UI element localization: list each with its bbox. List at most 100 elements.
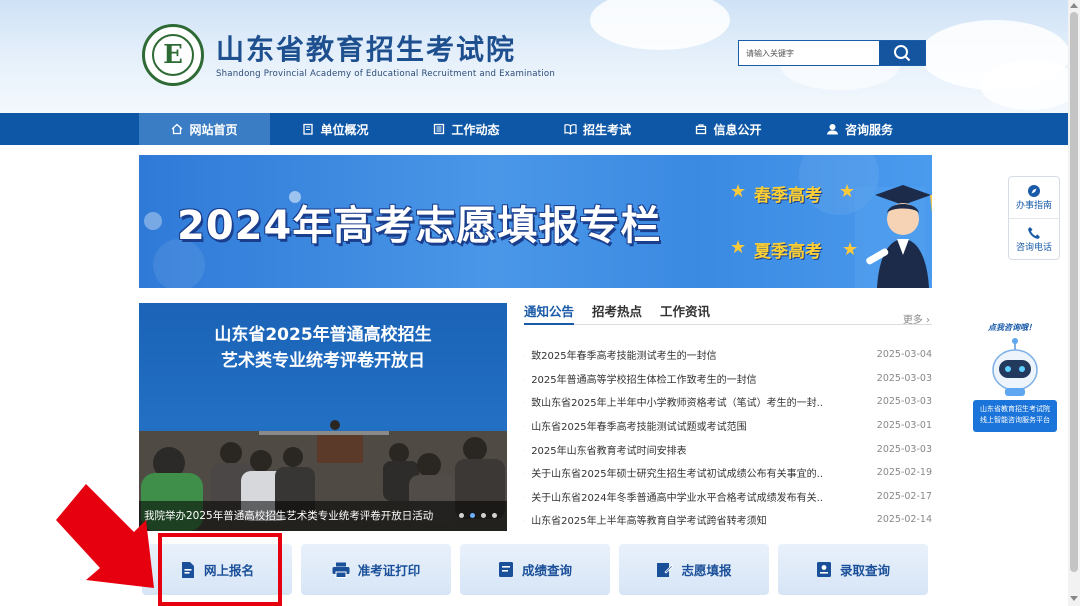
search-button[interactable] xyxy=(879,41,925,65)
news-date: 2025-02-14 xyxy=(876,514,932,526)
news-item[interactable]: 致2025年春季高考技能测试考生的一封信 2025-03-04 xyxy=(524,343,932,367)
site-subtitle: Shandong Provincial Academy of Education… xyxy=(216,68,556,79)
compass-icon xyxy=(1028,185,1040,197)
news-item[interactable]: 关于山东省2025年硕士研究生招生考试初试成绩公布有关事宜的... 2025-02… xyxy=(524,461,932,485)
scroll-thumb[interactable] xyxy=(1070,12,1078,572)
news-icon xyxy=(434,123,445,135)
carousel-dot[interactable] xyxy=(492,513,497,518)
admission-query-button[interactable]: 录取查询 xyxy=(778,544,928,595)
news-item[interactable]: 关于山东省2024年冬季普通高中学业水平合格考试成绩发布有关... 2025-02… xyxy=(524,485,932,509)
graduate-illustration xyxy=(866,185,932,288)
star-icon: ★ xyxy=(839,181,856,202)
page-scrollbar[interactable] xyxy=(1068,0,1080,606)
news-title: 山东省2025年上半年高等教育自学考试跨省转考须知 xyxy=(524,512,766,527)
highlight-box xyxy=(158,533,282,606)
nav-item-exam[interactable]: 招生考试 xyxy=(532,113,663,145)
news-title: 山东省2025年春季高考技能测试试题或考试范围 xyxy=(524,418,746,433)
news-date: 2025-03-03 xyxy=(876,443,932,455)
building-icon xyxy=(303,123,314,135)
search-input[interactable] xyxy=(739,41,879,65)
scroll-down-icon[interactable] xyxy=(1070,596,1078,601)
user-service-icon xyxy=(826,124,838,135)
nav-item-label: 咨询服务 xyxy=(844,122,893,137)
hotline-button[interactable]: 咨询电话 xyxy=(1009,218,1059,259)
carousel-dots xyxy=(459,513,497,518)
news-tabs: 通知公告 招考热点 工作资讯 更多 › xyxy=(524,303,932,326)
news-title: 2025年山东省教育考试时间安排表 xyxy=(524,442,686,457)
quick-link-label: 录取查询 xyxy=(839,563,890,578)
site-title: 山东省教育招生考试院 xyxy=(216,32,517,66)
logo-letter: E xyxy=(152,34,194,76)
news-date: 2025-02-19 xyxy=(876,467,932,479)
more-label: 更多 xyxy=(902,315,923,326)
site-logo[interactable]: E 山东省教育招生考试院 Shandong Provincial Academy… xyxy=(142,24,555,86)
scroll-up-icon[interactable] xyxy=(1070,3,1078,8)
nav-item-label: 网站首页 xyxy=(189,122,238,137)
more-link[interactable]: 更多 › xyxy=(903,311,930,326)
home-icon xyxy=(172,123,183,135)
carousel-caption: 我院举办2025年普通高校招生艺术类专业统考评卷开放日活动 xyxy=(144,510,434,522)
service-guide-button[interactable]: 办事指南 xyxy=(1009,177,1059,218)
application-fill-button[interactable]: 志愿填报 xyxy=(619,544,769,595)
news-date: 2025-02-17 xyxy=(876,490,932,502)
search-box xyxy=(738,40,926,66)
banner-tag-summer: 夏季高考 xyxy=(754,242,822,262)
main-nav: 网站首页 单位概况 工作动态 招生考试 信息公开 咨询服务 xyxy=(0,113,1080,145)
news-date: 2025-03-03 xyxy=(876,372,932,384)
nav-item-home[interactable]: 网站首页 xyxy=(139,113,270,145)
news-item[interactable]: 2025年山东省教育考试时间安排表 2025-03-03 xyxy=(524,437,932,461)
edit-icon xyxy=(657,563,674,577)
news-item[interactable]: 致山东省2025年上半年中小学教师资格考试（笔试）考生的一封... 2025-03… xyxy=(524,390,932,414)
admission-icon xyxy=(816,562,831,577)
news-panel: 通知公告 招考热点 工作资讯 更多 › 致2025年春季高考技能测试考生的一封信… xyxy=(524,303,932,531)
nav-item-label: 信息公开 xyxy=(713,122,762,137)
site-header: E 山东省教育招生考试院 Shandong Provincial Academy… xyxy=(0,0,1080,113)
printer-icon xyxy=(332,562,350,578)
assistant-bubble: 点我咨询哦！ xyxy=(988,323,1036,332)
cloud-decoration xyxy=(590,0,730,50)
tab-hot-topics[interactable]: 招考热点 xyxy=(592,303,642,324)
nav-item-info[interactable]: 信息公开 xyxy=(663,113,794,145)
phone-icon xyxy=(1028,226,1040,239)
gaokao-banner[interactable]: 2024年高考志愿填报专栏 ★ 春季高考 ★ ★ 夏季高考 ★ xyxy=(139,155,932,288)
assistant-line1: 山东省教育招生考试院 xyxy=(980,405,1050,413)
assistant-label-box: 山东省教育招生考试院 线上智能咨询服务平台 xyxy=(973,400,1057,432)
search-icon xyxy=(894,45,911,62)
carousel-dot[interactable] xyxy=(459,513,464,518)
news-list: 致2025年春季高考技能测试考生的一封信 2025-03-04 2025年普通高等… xyxy=(524,343,932,532)
admission-ticket-print-button[interactable]: 准考证打印 xyxy=(301,544,451,595)
news-carousel[interactable]: 山东省2025年普通高校招生 艺术类专业统考评卷开放日 我院举办2025年普通高… xyxy=(139,303,507,531)
side-service-panel: 办事指南 咨询电话 xyxy=(1008,176,1060,260)
star-icon: ★ xyxy=(730,237,747,258)
news-item[interactable]: 山东省2025年上半年高等教育自学考试跨省转考须知 2025-02-14 xyxy=(524,508,932,532)
carousel-photo xyxy=(139,420,507,531)
briefcase-icon xyxy=(696,124,707,135)
tab-work-news[interactable]: 工作资讯 xyxy=(660,303,710,324)
news-date: 2025-03-04 xyxy=(876,349,932,361)
quick-link-label: 志愿填报 xyxy=(681,563,732,578)
carousel-dot[interactable] xyxy=(470,513,475,518)
quick-link-label: 准考证打印 xyxy=(357,563,421,578)
side-item-label: 咨询电话 xyxy=(1015,242,1052,253)
news-item[interactable]: 山东省2025年春季高考技能测试试题或考试范围 2025-03-01 xyxy=(524,414,932,438)
news-title: 2025年普通高等学校招生体检工作致考生的一封信 xyxy=(524,371,756,386)
tab-notices[interactable]: 通知公告 xyxy=(524,303,575,325)
score-query-button[interactable]: 成绩查询 xyxy=(460,544,610,595)
news-item[interactable]: 2025年普通高等学校招生体检工作致考生的一封信 2025-03-03 xyxy=(524,367,932,391)
banner-tag-spring: 春季高考 xyxy=(754,186,822,206)
book-icon xyxy=(564,124,577,135)
star-icon: ★ xyxy=(842,239,859,260)
side-item-label: 办事指南 xyxy=(1015,201,1052,211)
ai-assistant-widget[interactable]: 点我咨询哦！ 山东省教育招生考试院 线上智能咨询服务平台 xyxy=(972,322,1058,432)
news-title: 致山东省2025年上半年中小学教师资格考试（笔试）考生的一封... xyxy=(524,394,824,409)
nav-item-consult[interactable]: 咨询服务 xyxy=(794,113,925,145)
logo-seal-icon: E xyxy=(142,24,204,86)
carousel-dot[interactable] xyxy=(481,513,486,518)
nav-item-news[interactable]: 工作动态 xyxy=(401,113,532,145)
robot-icon xyxy=(992,338,1038,396)
banner-title: 2024年高考志愿填报专栏 xyxy=(177,203,662,249)
star-icon: ★ xyxy=(730,181,747,202)
nav-item-about[interactable]: 单位概况 xyxy=(270,113,401,145)
nav-item-label: 单位概况 xyxy=(320,122,369,137)
news-date: 2025-03-03 xyxy=(876,396,932,408)
